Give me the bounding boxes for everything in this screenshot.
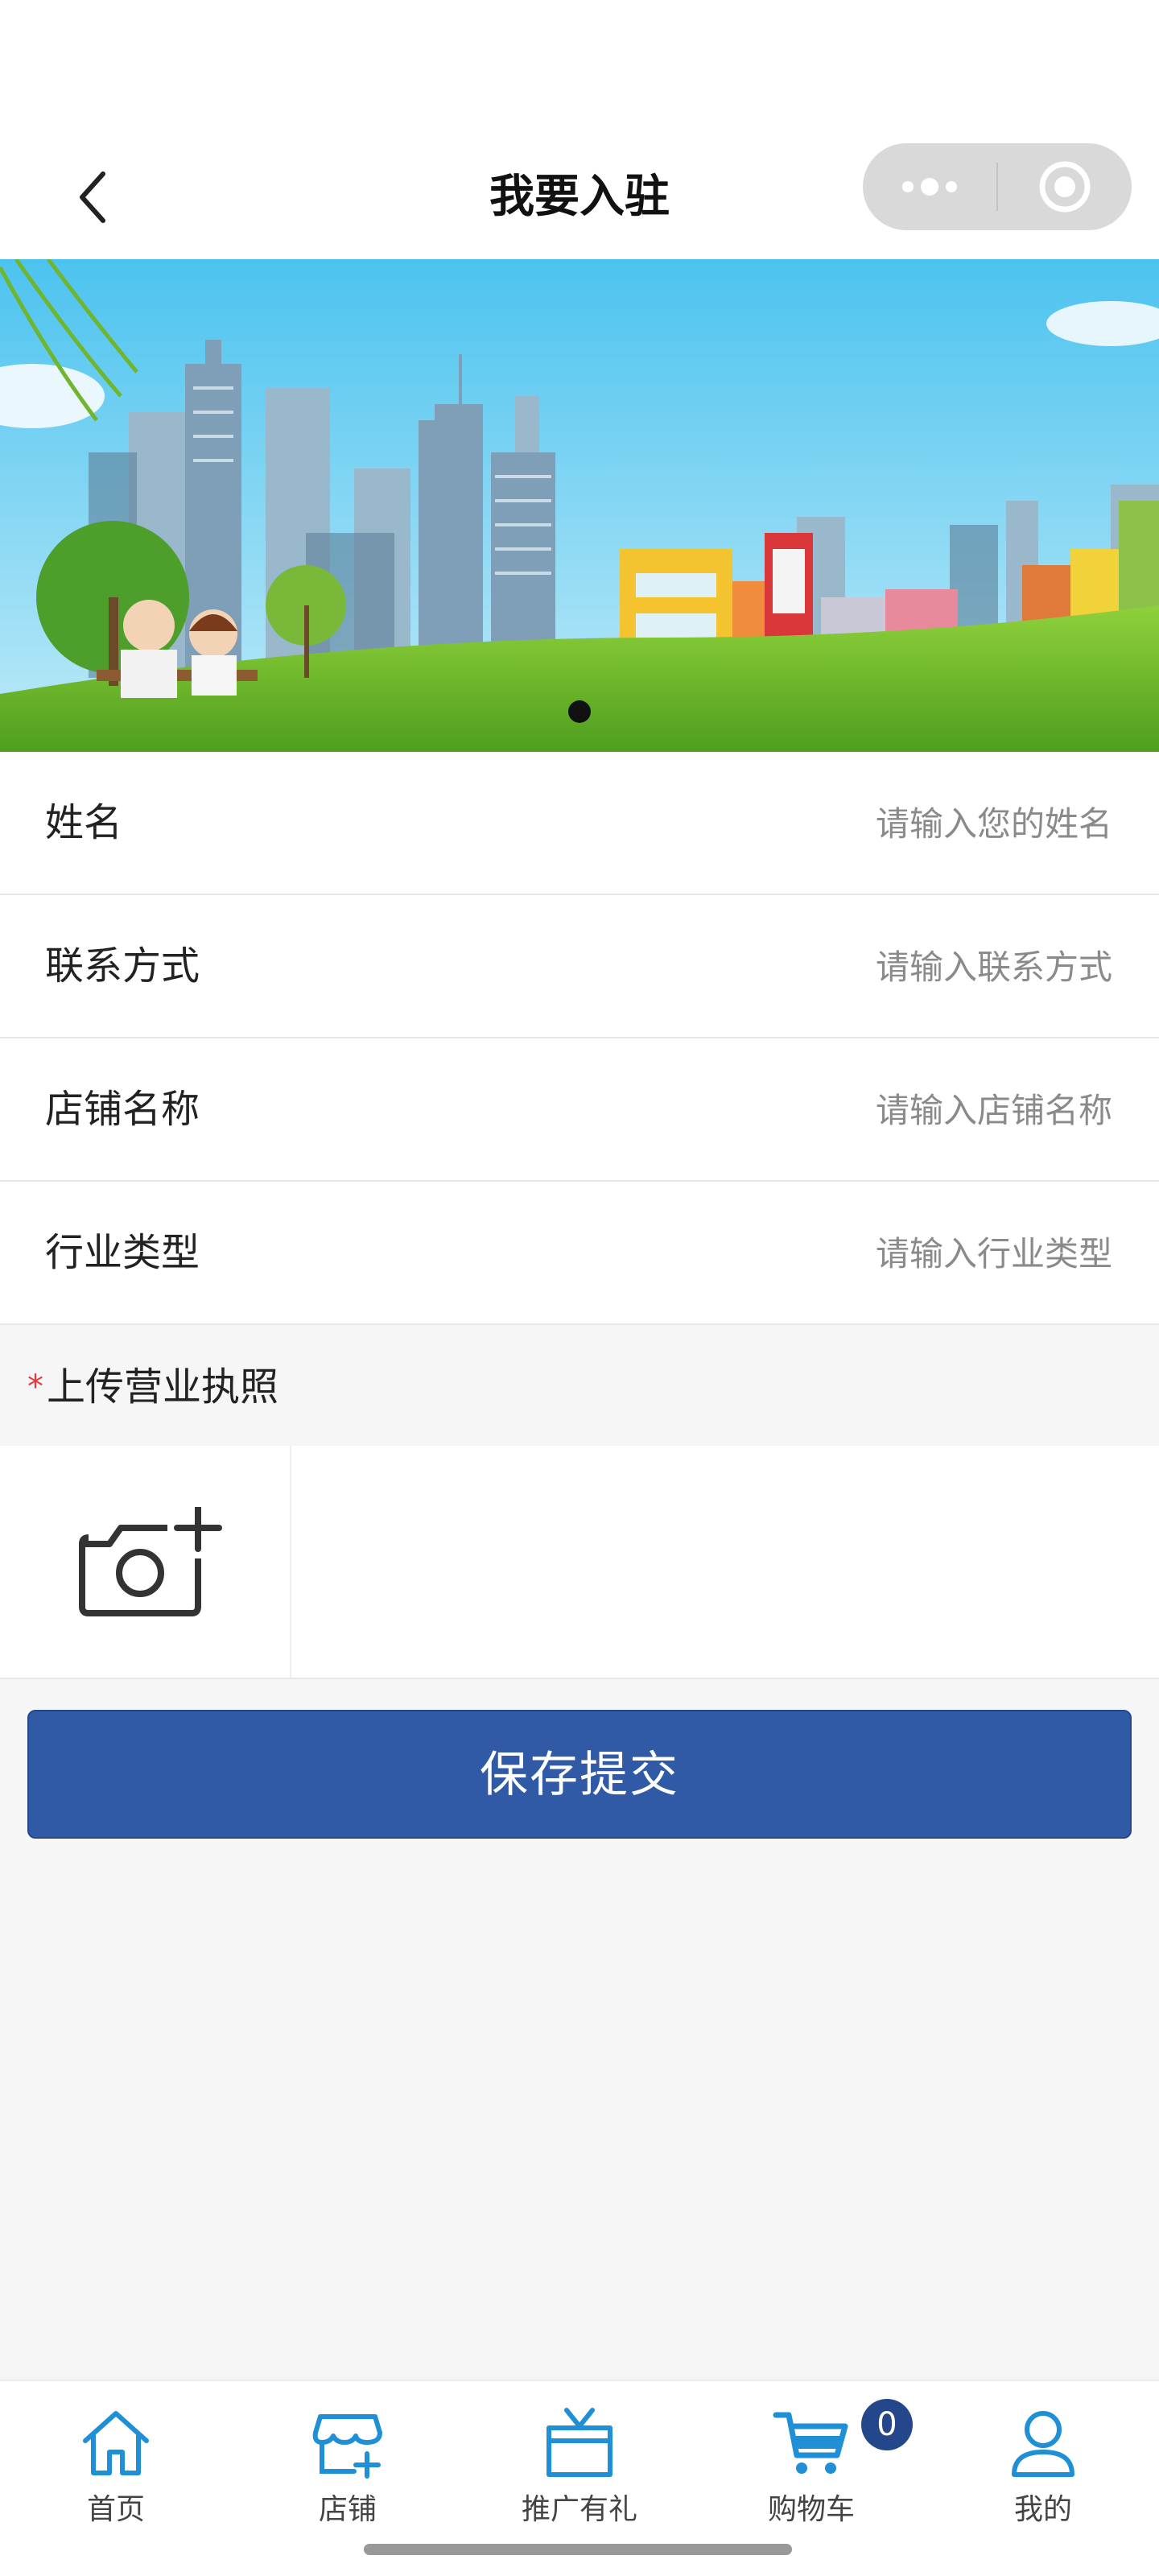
upload-photo-button[interactable] (2, 1446, 291, 1678)
tab-home[interactable]: 首页 (0, 2381, 232, 2534)
tab-promotion[interactable]: 推广有礼 (464, 2381, 695, 2534)
banner-illustration (0, 259, 1159, 752)
nav-bar: 我要入驻 (0, 129, 1159, 259)
tab-mine-label: 我的 (1013, 2493, 1072, 2526)
industry-label: 行业类型 (45, 1230, 200, 1275)
close-mini-program-button[interactable] (998, 143, 1132, 230)
tab-promotion-label: 推广有礼 (521, 2493, 637, 2526)
more-button[interactable] (863, 143, 996, 230)
user-icon (1012, 2411, 1074, 2477)
store-icon (312, 2414, 382, 2479)
form-row-industry: 行业类型 (0, 1182, 1159, 1325)
home-indicator (364, 2544, 792, 2555)
upload-area (0, 1446, 1159, 1679)
upload-license-title: *上传营业执照 (27, 1359, 278, 1415)
gift-icon (547, 2408, 612, 2477)
tab-home-label: 首页 (86, 2493, 145, 2526)
submit-button[interactable]: 保存提交 (27, 1710, 1132, 1839)
store-name-input[interactable] (547, 1077, 1114, 1143)
banner-carousel[interactable] (0, 259, 1159, 752)
tab-cart-label: 购物车 (767, 2493, 855, 2526)
banner-pagination-dot (568, 700, 591, 723)
contact-label: 联系方式 (45, 943, 200, 989)
tab-store-label: 店铺 (318, 2493, 377, 2526)
cart-badge: 0 (861, 2399, 913, 2450)
name-input[interactable] (547, 791, 1114, 857)
target-close-icon (1039, 161, 1091, 213)
application-form: 姓名 联系方式 店铺名称 行业类型 (0, 752, 1159, 1325)
form-row-contact: 联系方式 (0, 895, 1159, 1038)
form-row-name: 姓名 (0, 752, 1159, 895)
industry-input[interactable] (547, 1220, 1114, 1286)
camera-add-icon (79, 1507, 222, 1616)
tab-store[interactable]: 店铺 (232, 2381, 464, 2534)
upload-license-label: 上传营业执照 (47, 1364, 279, 1410)
name-label: 姓名 (45, 800, 123, 845)
mini-program-capsule (863, 143, 1132, 230)
contact-input[interactable] (547, 934, 1114, 1000)
form-row-store-name: 店铺名称 (0, 1038, 1159, 1182)
required-mark: * (27, 1368, 43, 1406)
cart-icon (773, 2412, 848, 2474)
tab-mine[interactable]: 我的 (927, 2381, 1159, 2534)
store-name-label: 店铺名称 (45, 1087, 200, 1132)
status-bar (0, 0, 1159, 129)
more-dots-icon (902, 178, 957, 196)
home-icon (83, 2411, 149, 2475)
